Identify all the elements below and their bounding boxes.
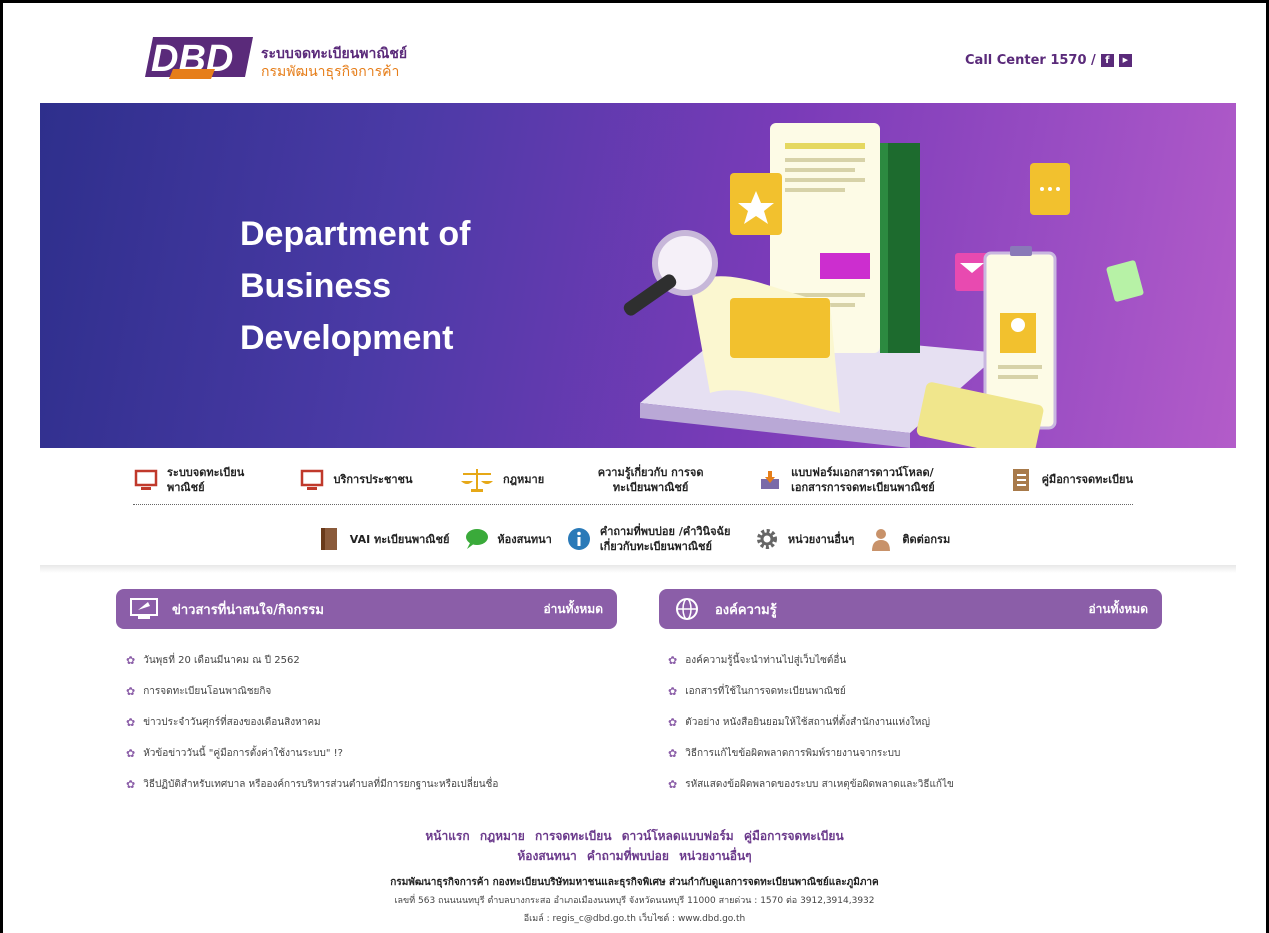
menu-item-vai[interactable]: VAI ทะเบียนพาณิชย์	[316, 526, 450, 552]
footer-link-manual[interactable]: คู่มือการจดทะเบียน	[744, 829, 844, 843]
news-item-text: วันพุธที่ 20 เดือนมีนาคม ณ ปี 2562	[143, 655, 300, 666]
news-list: ✿ วันพุธที่ 20 เดือนมีนาคม ณ ปี 2562 ✿ การ…	[126, 645, 626, 800]
menu-label: ความรู้เกี่ยวกับ การจดทะเบียนพาณิชย์	[597, 465, 704, 494]
gear-icon: ✿	[126, 685, 136, 698]
brand-line2: กรมพัฒนาธุรกิจการค้า	[261, 64, 400, 80]
news-panel-title: ข่าวสารที่น่าสนใจ/กิจกรรม	[172, 602, 324, 618]
menu-item-other-agencies[interactable]: หน่วยงานอื่นๆ	[754, 526, 855, 552]
hero-illustration	[623, 123, 1144, 448]
hero-title: Department of Business Development	[240, 215, 471, 357]
footer-nav-row2: ห้องสนทนา คำถามที่พบบ่อย หน่วยงานอื่นๆ	[3, 847, 1266, 866]
book-icon	[1008, 467, 1034, 493]
knowledge-item-text: วิธีการแก้ไขข้อผิดพลาดการพิมพ์รายงานจากร…	[685, 748, 901, 759]
globe-icon	[673, 597, 701, 621]
facebook-icon[interactable]: f	[1100, 54, 1114, 67]
menu-label: หน่วยงานอื่นๆ	[787, 532, 855, 546]
menu-label: ระบบจดทะเบียน พาณิชย์	[167, 465, 245, 494]
menu-item-contact[interactable]: ติดต่อกรม	[868, 526, 950, 552]
knowledge-list: ✿ องค์ความรู้นี้จะนำท่านไปสู่เว็บไซต์อื่น…	[668, 645, 1168, 800]
menu-label: คู่มือการจดทะเบียน	[1041, 473, 1133, 486]
news-item[interactable]: ✿ หัวข้อข่าววันนี้ "คู่มือการตั้งค่าใช้งา…	[126, 738, 626, 769]
news-icon	[130, 597, 158, 621]
footer-address: เลขที่ 563 ถนนนนทบุรี ตำบลบางกระสอ อำเภอ…	[394, 896, 875, 906]
book-icon	[316, 526, 342, 552]
knowledge-item[interactable]: ✿ วิธีการแก้ไขข้อผิดพลาดการพิมพ์รายงานจาก…	[668, 738, 1168, 769]
news-item[interactable]: ✿ ข่าวประจำวันศุกร์ที่สองของเดือนสิงหาคม	[126, 707, 626, 738]
news-panel-header: ข่าวสารที่น่าสนใจ/กิจกรรม อ่านทั้งหมด	[116, 589, 617, 629]
menu-item-faq[interactable]: คำถามที่พบบ่อย /คำวินิจฉัย เกี่ยวกับทะเบ…	[566, 524, 740, 554]
news-item-text: การจดทะเบียนโอนพาณิชยกิจ	[143, 686, 272, 697]
footer-organization: กรมพัฒนาธุรกิจการค้า กองทะเบียนบริษัทมหา…	[390, 877, 879, 888]
call-center: Call Center 1570 / f ▶	[965, 53, 1132, 68]
page-frame: DBD ระบบจดทะเบียนพาณิชย์ กรมพัฒนาธุรกิจก…	[0, 0, 1269, 933]
news-item-text: หัวข้อข่าววันนี้ "คู่มือการตั้งค่าใช้งาน…	[143, 748, 343, 759]
site-header: DBD ระบบจดทะเบียนพาณิชย์ กรมพัฒนาธุรกิจก…	[3, 3, 1266, 103]
menu-item-knowledge[interactable]: ความรู้เกี่ยวกับ การจดทะเบียนพาณิชย์	[591, 465, 711, 495]
footer-link-home[interactable]: หน้าแรก	[425, 829, 469, 843]
section-divider	[40, 565, 1236, 573]
info-icon	[566, 526, 592, 552]
gear-icon: ✿	[668, 685, 678, 698]
menu-label: คำถามที่พบบ่อย /คำวินิจฉัย เกี่ยวกับทะเบ…	[599, 525, 731, 553]
knowledge-item-text: องค์ความรู้นี้จะนำท่านไปสู่เว็บไซต์อื่น	[685, 655, 847, 666]
menu-item-chat-room[interactable]: ห้องสนทนา	[463, 526, 552, 552]
gear-icon: ✿	[668, 654, 678, 667]
menu-label: ติดต่อกรม	[902, 532, 951, 546]
menu-label: ห้องสนทนา	[497, 532, 552, 546]
menu-item-registration-system[interactable]: ระบบจดทะเบียน พาณิชย์	[133, 465, 253, 495]
chat-icon	[463, 526, 489, 552]
menu-item-law[interactable]: กฎหมาย	[459, 467, 544, 493]
monitor-icon	[133, 467, 159, 493]
menu-item-public-service[interactable]: บริการประชาชน	[299, 467, 413, 493]
dbd-logo[interactable]: DBD	[143, 33, 261, 81]
footer-link-law[interactable]: กฎหมาย	[480, 829, 525, 843]
menu-label: บริการประชาชน	[333, 473, 413, 486]
hero-banner: Department of Business Development	[40, 103, 1236, 448]
gear-icon: ✿	[126, 747, 136, 760]
knowledge-item[interactable]: ✿ ตัวอย่าง หนังสือยินยอมให้ใช้สถานที่ตั้ง…	[668, 707, 1168, 738]
gear-icon: ✿	[126, 654, 136, 667]
scales-icon	[459, 467, 495, 493]
call-center-text: Call Center 1570 /	[965, 53, 1096, 68]
main-menu-row1: ระบบจดทะเบียน พาณิชย์ บริการประชาชน กฎหม…	[133, 455, 1133, 505]
knowledge-panel-header: องค์ความรู้ อ่านทั้งหมด	[659, 589, 1162, 629]
knowledge-item[interactable]: ✿ รหัสแสดงข้อผิดพลาดของระบบ สาเหตุข้อผิดพ…	[668, 769, 1168, 800]
footer-nav-row1: หน้าแรก กฎหมาย การจดทะเบียน ดาวน์โหลดแบบ…	[3, 827, 1266, 846]
gear-icon: ✿	[668, 778, 678, 791]
footer-link-faq[interactable]: คำถามที่พบบ่อย	[587, 849, 669, 863]
menu-item-forms-download[interactable]: แบบฟอร์มเอกสารดาวน์โหลด/ เอกสารการจดทะเบ…	[757, 465, 961, 495]
news-item[interactable]: ✿ วิธีปฏิบัติสำหรับเทศบาล หรือองค์การบริห…	[126, 769, 626, 800]
knowledge-item-text: รหัสแสดงข้อผิดพลาดของระบบ สาเหตุข้อผิดพล…	[685, 779, 954, 790]
news-item-text: ข่าวประจำวันศุกร์ที่สองของเดือนสิงหาคม	[143, 717, 321, 728]
menu-label: VAI ทะเบียนพาณิชย์	[349, 532, 450, 546]
knowledge-item-text: ตัวอย่าง หนังสือยินยอมให้ใช้สถานที่ตั้งส…	[685, 717, 931, 728]
youtube-icon[interactable]: ▶	[1118, 54, 1132, 67]
news-item-text: วิธีปฏิบัติสำหรับเทศบาล หรือองค์การบริหา…	[143, 779, 499, 790]
menu-label: กฎหมาย	[503, 473, 545, 486]
gear-icon: ✿	[126, 778, 136, 791]
knowledge-read-all-link[interactable]: อ่านทั้งหมด	[1088, 600, 1148, 619]
main-menu-row2: VAI ทะเบียนพาณิชย์ ห้องสนทนา คำถามที่พบบ…	[233, 517, 1033, 561]
news-item[interactable]: ✿ การจดทะเบียนโอนพาณิชยกิจ	[126, 676, 626, 707]
knowledge-item[interactable]: ✿ เอกสารที่ใช้ในการจดทะเบียนพาณิชย์	[668, 676, 1168, 707]
footer-link-chat[interactable]: ห้องสนทนา	[517, 849, 576, 863]
monitor-icon	[299, 467, 325, 493]
menu-item-registration-manual[interactable]: คู่มือการจดทะเบียน	[1008, 467, 1133, 493]
gear-icon	[754, 526, 780, 552]
news-read-all-link[interactable]: อ่านทั้งหมด	[543, 600, 603, 619]
gear-icon: ✿	[668, 716, 678, 729]
gear-icon: ✿	[126, 716, 136, 729]
menu-label: แบบฟอร์มเอกสารดาวน์โหลด/ เอกสารการจดทะเบ…	[791, 465, 935, 494]
knowledge-item-text: เอกสารที่ใช้ในการจดทะเบียนพาณิชย์	[685, 686, 846, 697]
gear-icon: ✿	[668, 747, 678, 760]
knowledge-panel-title: องค์ความรู้	[715, 602, 777, 618]
download-icon	[757, 467, 783, 493]
person-icon	[868, 526, 894, 552]
footer-contact: อีเมล์ : regis_c@dbd.go.th เว็บไซต์ : ww…	[523, 914, 746, 924]
news-item[interactable]: ✿ วันพุธที่ 20 เดือนมีนาคม ณ ปี 2562	[126, 645, 626, 676]
footer-link-other-agencies[interactable]: หน่วยงานอื่นๆ	[679, 849, 752, 863]
knowledge-item[interactable]: ✿ องค์ความรู้นี้จะนำท่านไปสู่เว็บไซต์อื่น	[668, 645, 1168, 676]
footer-link-registration[interactable]: การจดทะเบียน	[535, 829, 612, 843]
footer-link-download-forms[interactable]: ดาวน์โหลดแบบฟอร์ม	[622, 829, 734, 843]
